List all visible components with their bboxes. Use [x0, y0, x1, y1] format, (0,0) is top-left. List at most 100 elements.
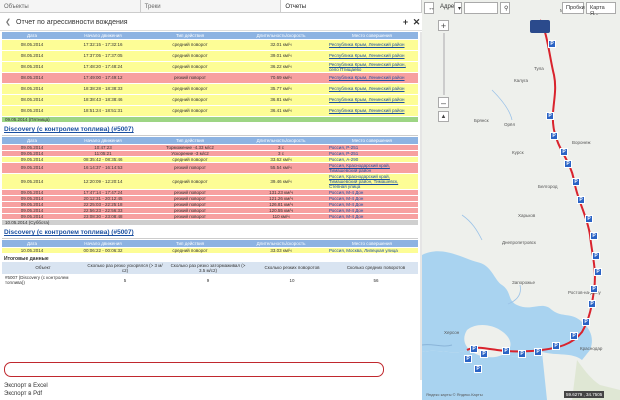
parking-pin-icon[interactable]: P — [470, 345, 478, 353]
place-link[interactable]: Россия, М-4 Дон — [329, 208, 363, 213]
add-icon[interactable]: + — [400, 17, 411, 27]
cell-type: средний поворот — [144, 247, 236, 254]
place-link[interactable]: Россия, М-4 Дон — [329, 196, 363, 201]
place-link[interactable]: Россия, Краснодарский край, Тимашевский … — [329, 163, 390, 173]
cell-date: 08.05.2014 — [2, 61, 62, 73]
table-row: 08.05.2014 17:37:05 - 17:37:05 средний пов… — [2, 50, 418, 62]
place-link[interactable]: Россия, А-290 — [329, 157, 358, 162]
parking-pin-icon[interactable]: P — [518, 350, 526, 358]
place-link[interactable]: Республика Крым, Ленинский район — [329, 75, 405, 80]
place-link[interactable]: Россия, М-4 Дон — [329, 190, 363, 195]
place-link[interactable]: Республика Крым, Ленинский район — [329, 42, 405, 47]
place-link[interactable]: Республика Крым, Ленинский район, село П… — [329, 62, 406, 72]
parking-pin-icon[interactable]: P — [480, 350, 488, 358]
map-panel[interactable]: PPPPPPPPPPPPPPPPPPPPPPPP ТулаКалугаОрёлБ… — [422, 0, 620, 400]
parking-pin-icon[interactable]: P — [564, 160, 572, 168]
cell-date: 08.05.2014 — [2, 94, 62, 106]
object-link-2[interactable]: Discovery (с контролем топлива) (#5007) — [0, 226, 420, 237]
table-body: 08.05.2014 17:32:15 - 17:32:16 средний пов… — [2, 39, 418, 117]
layer-select[interactable]: Карта Я... — [586, 2, 616, 17]
parking-pin-icon[interactable]: P — [582, 318, 590, 326]
parking-pin-icon[interactable]: P — [577, 196, 585, 204]
cell-place: Республика Крым, Ленинский район — [326, 50, 418, 62]
parking-pin-icon[interactable]: P — [464, 355, 472, 363]
traffic-button[interactable]: Пробки — [562, 2, 585, 14]
tab-tracks[interactable]: Треки — [141, 0, 282, 12]
parking-pin-icon[interactable]: P — [534, 348, 542, 356]
vehicle-icon[interactable] — [530, 20, 550, 33]
export-pdf-link[interactable]: Экспорт в Pdf — [4, 390, 48, 398]
chevron-left-icon[interactable]: ❮ — [0, 18, 16, 26]
cell-start: 16:14:37 - 16:14:53 — [62, 162, 144, 174]
highlight-annotation — [4, 362, 384, 377]
parking-pin-icon[interactable]: P — [546, 112, 554, 120]
cell-type: средний поворот — [144, 83, 236, 95]
sum-sharp: 10 — [250, 274, 334, 286]
events-table-3: Дата Начало движения Тип действия Длител… — [2, 240, 418, 254]
table-row: 08.05.2014 17:48:20 - 17:48:24 средний пов… — [2, 61, 418, 73]
search-icon[interactable]: ⚲ — [500, 2, 510, 14]
parking-pin-icon[interactable]: P — [502, 347, 510, 355]
tab-objects[interactable]: Объекты — [0, 0, 141, 12]
table-row: 09.05.2014 12:20:09 - 12:20:14 средний пов… — [2, 173, 418, 190]
parking-pin-icon[interactable]: P — [585, 215, 593, 223]
tab-reports[interactable]: Отчеты — [281, 0, 422, 12]
map-toolbar: ↔ Адрес ▾ ⚲ Пробки Карта Я... — [422, 0, 620, 18]
city-label: Калуга — [514, 78, 529, 83]
sum-medium: 56 — [334, 274, 418, 286]
cell-place: Россия, Москва, Липецкая улица — [326, 247, 418, 254]
col-speed: Длительность/скорость — [236, 240, 326, 248]
summary-header: Объект Сколько раз резко ускорялся (> 3 … — [2, 261, 418, 275]
place-link[interactable]: Россия, М-4 Дон — [329, 214, 363, 219]
address-dropdown-icon[interactable]: ▾ — [454, 2, 462, 14]
parking-pin-icon[interactable]: P — [474, 365, 482, 373]
sum-accel: 5 — [84, 274, 166, 286]
city-label: Запорожье — [512, 280, 535, 285]
place-link[interactable]: Республика Крым, Ленинский район — [329, 108, 405, 113]
place-link[interactable]: Россия, Р-251 — [329, 145, 358, 150]
parking-pin-icon[interactable]: P — [592, 252, 600, 260]
cell-speed: 70.69 км/ч — [236, 72, 326, 84]
place-link[interactable]: Россия, Краснодарский край, Тимашевский … — [329, 174, 398, 189]
place-link[interactable]: Республика Крым, Ленинский район — [329, 97, 405, 102]
place-link[interactable]: Россия, Р-251 — [329, 151, 358, 156]
divider — [2, 135, 418, 136]
parking-pin-icon[interactable]: P — [590, 232, 598, 240]
place-link[interactable]: Республика Крым, Ленинский район — [329, 86, 405, 91]
col-type: Тип действия — [144, 32, 236, 40]
parking-pin-icon[interactable]: P — [590, 285, 598, 293]
col-start: Начало движения — [62, 137, 144, 145]
place-link[interactable]: Россия, М-4 Дон — [329, 202, 363, 207]
place-link[interactable]: Россия, Москва, Липецкая улица — [329, 248, 398, 253]
sum-object: #5007 (Discovery (с контролем топлива)) — [2, 274, 84, 286]
parking-pin-icon[interactable]: P — [560, 148, 568, 156]
place-link[interactable]: Республика Крым, Ленинский район — [329, 53, 405, 58]
table-row: 08.05.2014 18:38:43 - 18:38:46 средний пов… — [2, 94, 418, 106]
divider — [2, 238, 418, 239]
parking-pin-icon[interactable]: P — [550, 132, 558, 140]
zoom-out-button[interactable]: – — [438, 97, 449, 108]
table-body: 10.05.2014 00:06:22 - 00:06:32 средний пов… — [2, 247, 418, 254]
cell-date: 08.05.2014 — [2, 39, 62, 51]
zoom-slider[interactable] — [443, 33, 445, 95]
address-input[interactable] — [464, 2, 498, 14]
sum-col-accel: Сколько раз резко ускорялся (> 3 м/с2) — [84, 261, 166, 275]
close-icon[interactable]: ✕ — [411, 17, 422, 28]
cell-speed: 36.81 км/ч — [236, 94, 326, 106]
coords-readout: 59.6279 , 34.7505 — [564, 391, 605, 398]
parking-pin-icon[interactable]: P — [548, 40, 556, 48]
parking-pin-icon[interactable]: P — [570, 332, 578, 340]
cell-speed: 110 км/ч — [236, 213, 326, 220]
ruler-icon[interactable]: ▲ — [438, 111, 449, 122]
object-link-1[interactable]: Discovery (с контролем топлива) (#5007) — [0, 123, 420, 134]
expand-icon[interactable]: ↔ — [424, 2, 435, 14]
cell-type: средний поворот — [144, 39, 236, 51]
parking-pin-icon[interactable]: P — [594, 268, 602, 276]
export-excel-link[interactable]: Экспорт в Excel — [4, 382, 48, 390]
parking-pin-icon[interactable]: P — [552, 342, 560, 350]
parking-pin-icon[interactable]: P — [588, 300, 596, 308]
zoom-in-button[interactable]: + — [438, 20, 449, 31]
table-header: Дата Начало движения Тип действия Длител… — [2, 240, 418, 248]
col-date: Дата — [2, 32, 62, 40]
parking-pin-icon[interactable]: P — [572, 178, 580, 186]
